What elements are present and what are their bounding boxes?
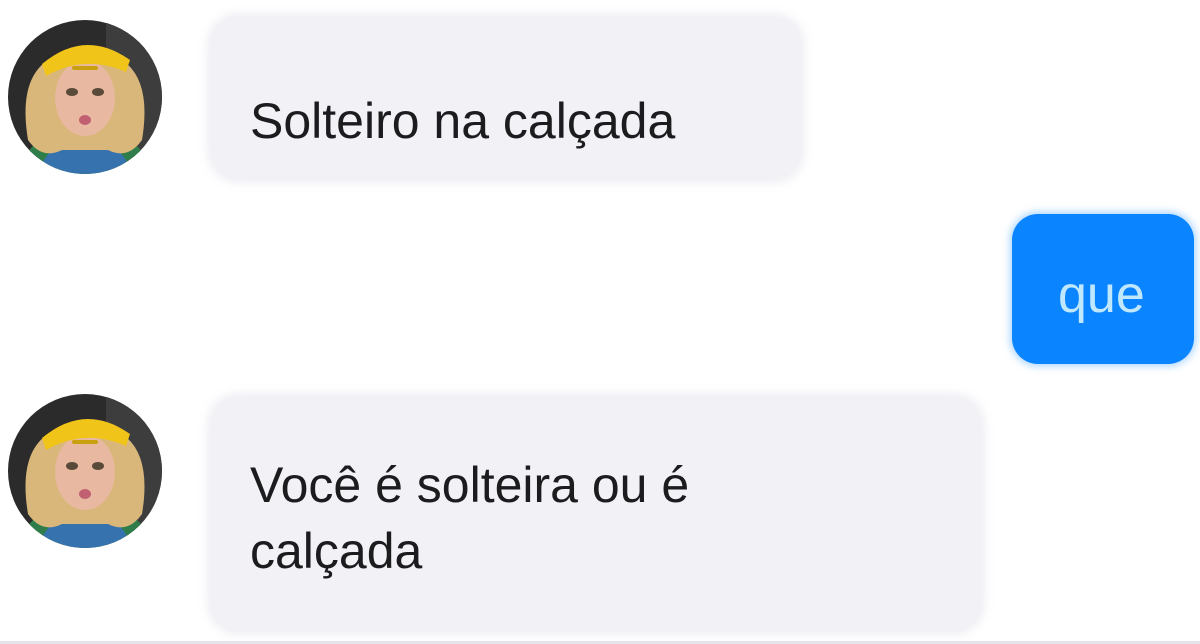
message-text: que [1058, 266, 1145, 324]
contact-avatar[interactable] [8, 394, 162, 548]
message-text: Você é solteira ou é calçada [250, 457, 690, 579]
message-bubble-incoming[interactable]: Solteiro na calçada [212, 18, 800, 178]
message-bubble-outgoing[interactable]: que [1012, 214, 1194, 364]
chat-thread: Solteiro na calçada que Você é solteira … [0, 0, 1200, 644]
contact-avatar[interactable] [8, 20, 162, 174]
avatar-photo-icon [8, 394, 162, 548]
message-text: Solteiro na calçada [250, 93, 676, 149]
message-bubble-incoming[interactable]: Você é solteira ou é calçada [212, 398, 980, 630]
avatar-photo-icon [8, 20, 162, 174]
